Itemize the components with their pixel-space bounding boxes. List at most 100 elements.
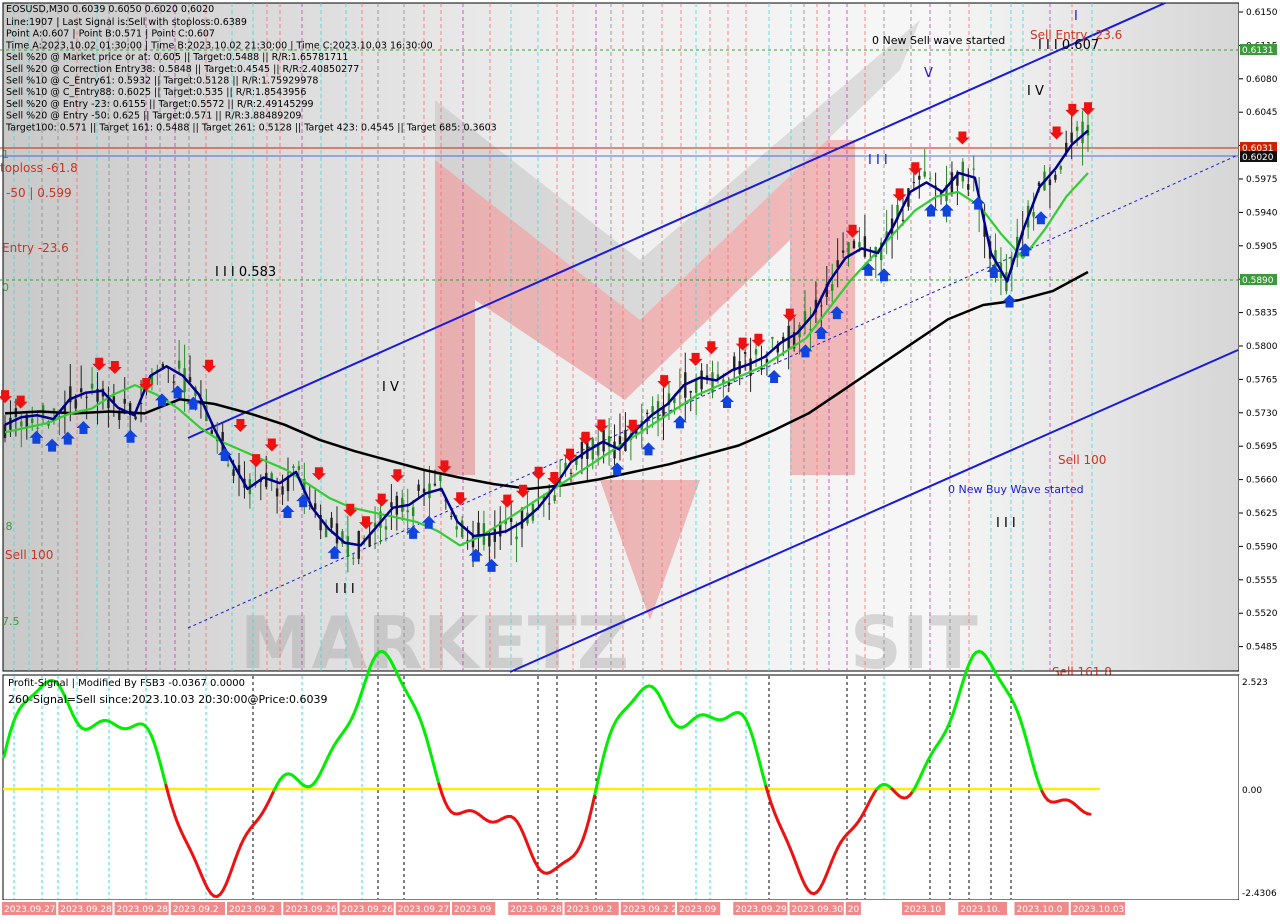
time-label: 2023.09: [679, 905, 716, 915]
price-tick-label: 0.5730: [1246, 409, 1278, 419]
indicator-signal: 260-Signal=Sell since:2023.10.03 20:30:0…: [8, 693, 328, 706]
candle-body: [423, 489, 425, 493]
time-label: 2023.10.0: [1017, 905, 1063, 915]
info-line-5: Sell %10 @ C_Entry61: 0.5932 || Target:0…: [6, 76, 318, 87]
candle-body: [385, 526, 387, 529]
wave-607-label: I I I 0.607: [1038, 38, 1099, 53]
price-tick-label: 0.6045: [1246, 108, 1278, 118]
candle-body: [913, 182, 915, 183]
candle-body: [820, 305, 822, 306]
time-label: 2023.09.27 0: [398, 905, 458, 915]
time-label: 2023.09.28: [117, 905, 169, 915]
candle-body: [173, 382, 175, 383]
time-label: 2023.09.2: [173, 905, 219, 915]
indicator-pane-bg: [3, 675, 1239, 900]
candle-body: [211, 430, 213, 433]
candle-body: [744, 352, 746, 354]
candle-body: [390, 502, 392, 507]
wave-iii-label-1: I I I: [335, 582, 355, 597]
entry-236-label: Entry -23.6: [2, 241, 69, 255]
candle-body: [771, 337, 773, 339]
time-label: 2023.09: [454, 905, 491, 915]
candle-body: [276, 488, 278, 496]
price-tick-label: 0.5625: [1246, 509, 1278, 519]
wave-i-label: I: [1074, 9, 1078, 24]
time-label: 2023.09.30 2: [792, 905, 852, 915]
candle-body: [962, 162, 964, 182]
indicator-axis-top: 2.523: [1242, 678, 1268, 688]
svg-text:SIT: SIT: [850, 601, 978, 685]
stoploss-label: toploss -61.8: [0, 161, 78, 175]
info-line-1: Point A:0.607 | Point B:0.571 | Point C:…: [6, 29, 215, 40]
candle-body: [412, 507, 414, 516]
candle-body: [842, 250, 844, 252]
candle-body: [967, 184, 969, 190]
price-tick-label: 0.5660: [1246, 476, 1278, 486]
candle-body: [42, 405, 44, 415]
candle-body: [902, 220, 904, 221]
new-sell-wave-label: 0 New Sell wave started: [872, 34, 1005, 47]
time-label: 2023.10.: [960, 905, 1000, 915]
candle-body: [227, 465, 229, 466]
candle-body: [232, 469, 234, 475]
candle-body: [488, 535, 490, 547]
time-label: 2023.09.26: [285, 905, 337, 915]
candle-body: [864, 236, 866, 257]
candle-body: [973, 169, 975, 170]
candle-body: [1054, 175, 1056, 180]
candle-body: [1060, 166, 1062, 169]
price-tick-label: 0.5940: [1246, 208, 1278, 218]
left-18-label: .8: [2, 520, 13, 533]
candle-body: [924, 172, 926, 177]
candle-body: [91, 384, 93, 389]
candle-body: [619, 436, 621, 444]
candle-body: [646, 413, 648, 414]
candle-body: [728, 382, 730, 385]
candle-body: [929, 178, 931, 179]
time-label: 2023.09.28: [60, 905, 112, 915]
time-label: 2023.09.2 20: [623, 905, 683, 915]
candle-body: [570, 473, 572, 474]
candle-body: [417, 485, 419, 491]
symbol-line: EOSUSD,M30 0.6039 0.6050 0.6020 0.6020: [6, 4, 214, 15]
badge-top: 0.6131: [1242, 46, 1274, 56]
candle-body: [515, 537, 517, 540]
price-tick-label: 0.6150: [1246, 8, 1278, 18]
candle-body: [494, 529, 496, 542]
candle-body: [1032, 212, 1034, 217]
price-tick-label: 0.6080: [1246, 75, 1278, 85]
price-tick-label: 0.5695: [1246, 442, 1278, 452]
price-tick-label: 0.5590: [1246, 542, 1278, 552]
candle-body: [1070, 133, 1072, 143]
badge-low: 0.5890: [1242, 276, 1274, 286]
candle-body: [1081, 122, 1083, 144]
price-chart: MARKETZ SIT EOSUSD,M30 0.6039 0.6050 0.6…: [0, 0, 1280, 920]
time-label: 2023.09.28 0: [510, 905, 570, 915]
candle-body: [439, 475, 441, 481]
candle-body: [178, 361, 180, 369]
candle-body: [396, 496, 398, 515]
price-tick-label: 0.5905: [1246, 242, 1278, 252]
candle-body: [700, 371, 702, 390]
svg-text:MARKETZ: MARKETZ: [240, 601, 629, 685]
candle-body: [134, 417, 136, 420]
price-tick-label: 0.5975: [1246, 175, 1278, 185]
candle-body: [80, 388, 82, 392]
info-line-7: Sell %20 @ Entry -23: 0.6155 || Target:0…: [6, 99, 314, 110]
info-line-9: Target100: 0.571 || Target 161: 0.5488 |…: [5, 122, 497, 133]
time-label: 2023.09.2: [229, 905, 275, 915]
candle-body: [456, 526, 458, 529]
price-tick-label: 0.5555: [1246, 576, 1278, 586]
info-line-4: Sell %20 @ Correction Entry38: 0.5848 ||…: [6, 64, 359, 75]
price-tick-label: 0.5765: [1246, 375, 1278, 385]
candle-body: [918, 176, 920, 180]
candle-body: [690, 391, 692, 393]
info-line-8: Sell %20 @ Entry -50: 0.625 || Target:0.…: [6, 111, 301, 122]
price-tick-label: 0.5520: [1246, 609, 1278, 619]
one-label: 1: [2, 148, 9, 161]
left-sell-100-label: Sell 100: [5, 548, 53, 562]
oscillator-segment: [1087, 814, 1090, 815]
sell-100-label: Sell 100: [1058, 453, 1106, 467]
candle-body: [749, 359, 751, 376]
candle-body: [755, 349, 757, 354]
